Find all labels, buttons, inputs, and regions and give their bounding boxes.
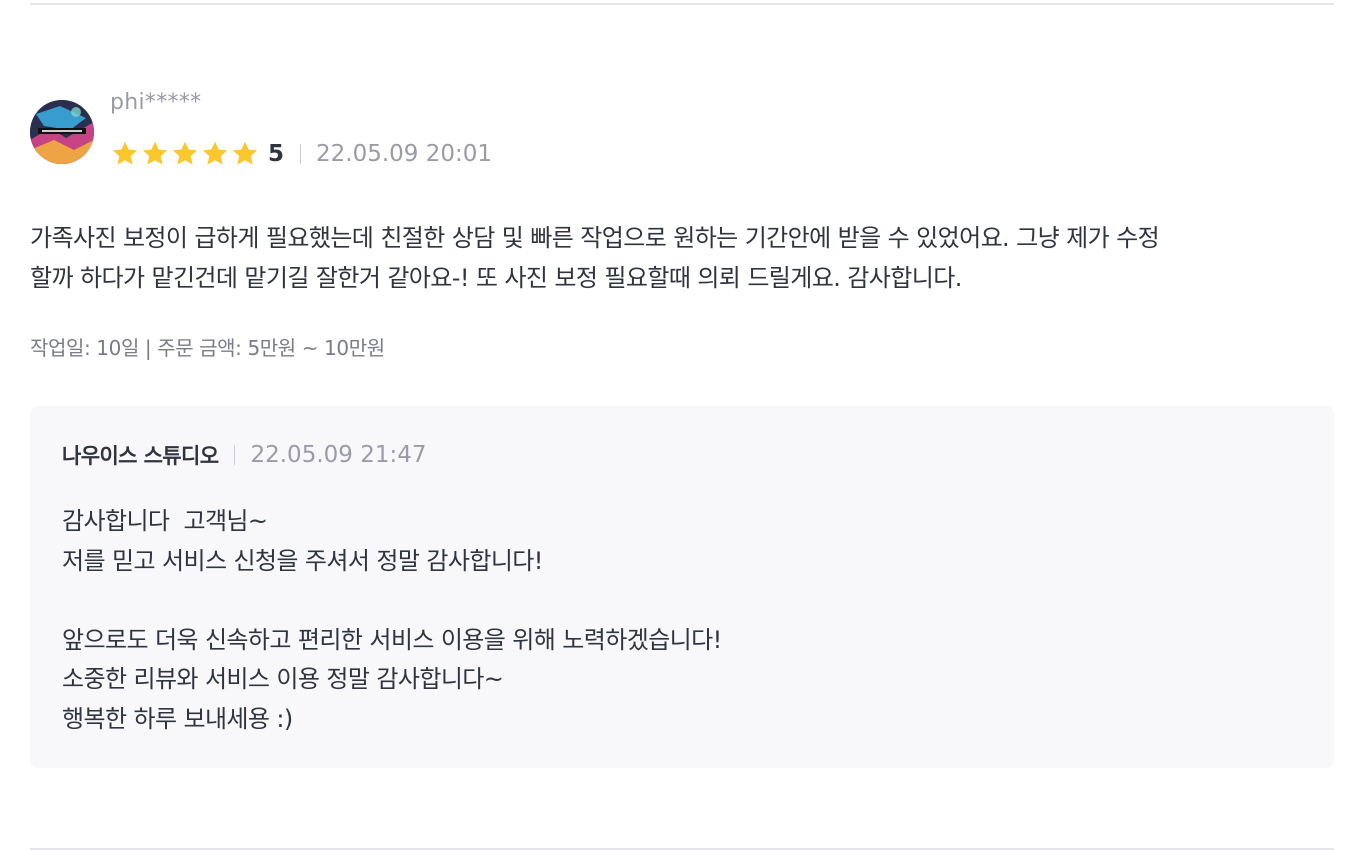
review-text-line: 가족사진 보정이 급하게 필요했는데 친절한 상담 및 빠른 작업으로 원하는 … bbox=[30, 224, 1160, 252]
review-date: 22.05.09 20:01 bbox=[316, 141, 493, 167]
star-icon bbox=[142, 141, 168, 165]
star-icon bbox=[112, 141, 138, 165]
reply-text-line bbox=[62, 581, 1302, 621]
user-avatar[interactable] bbox=[30, 100, 94, 164]
top-divider bbox=[30, 3, 1334, 5]
star-rating bbox=[110, 139, 260, 169]
seller-reply: 나우이스 스튜디오 22.05.09 21:47 감사합니다 고객님~ 저를 믿… bbox=[30, 406, 1334, 768]
review-text-line: 할까 하다가 맡긴건데 맡기길 잘한거 같아요-! 또 사진 보정 필요할때 의… bbox=[30, 264, 962, 292]
star-icon bbox=[232, 141, 258, 165]
order-meta: 작업일: 10일 | 주문 금액: 5만원 ~ 10만원 bbox=[30, 336, 385, 360]
rating-row: 5 22.05.09 20:01 bbox=[110, 138, 492, 170]
star-icon bbox=[202, 141, 228, 165]
reply-text-line: 감사합니다 고객님~ bbox=[62, 507, 268, 535]
separator bbox=[300, 144, 302, 164]
rating-value: 5 bbox=[268, 141, 285, 167]
separator bbox=[234, 445, 236, 465]
reply-header: 나우이스 스튜디오 22.05.09 21:47 bbox=[62, 440, 427, 470]
reply-text-line: 저를 믿고 서비스 신청을 주셔서 정말 감사합니다! bbox=[62, 546, 543, 575]
reply-author: 나우이스 스튜디오 bbox=[62, 444, 219, 468]
reply-text-line: 행복한 하루 보내세용 :) bbox=[62, 704, 293, 733]
reply-text: 감사합니다 고객님~ 저를 믿고 서비스 신청을 주셔서 정말 감사합니다! 앞… bbox=[62, 502, 1302, 739]
review-text: 가족사진 보정이 급하게 필요했는데 친절한 상담 및 빠른 작업으로 원하는 … bbox=[30, 218, 1330, 298]
star-icon bbox=[172, 141, 198, 165]
reply-text-line: 앞으로도 더욱 신속하고 편리한 서비스 이용을 위해 노력하겠습니다! bbox=[62, 625, 722, 654]
reviewer-username: phi***** bbox=[110, 90, 202, 115]
avatar-image-icon bbox=[30, 100, 94, 164]
reply-date: 22.05.09 21:47 bbox=[250, 442, 427, 468]
reply-text-line: 소중한 리뷰와 서비스 이용 정말 감사합니다~ bbox=[62, 665, 504, 693]
